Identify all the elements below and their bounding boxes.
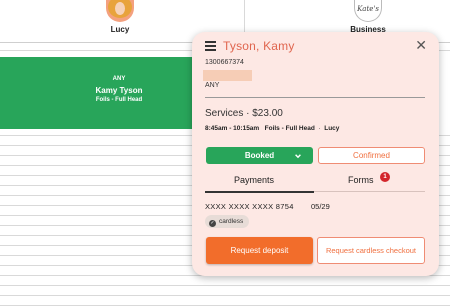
service-time: 8:45am - 10:15am (205, 125, 260, 132)
staff-column-lucy[interactable]: Lucy (90, 0, 150, 34)
chevron-down-icon (294, 147, 302, 164)
tab-forms[interactable]: Forms (348, 175, 374, 185)
active-tab-indicator (205, 191, 314, 193)
client-phone: 1300667374 (205, 59, 244, 66)
staff-name: Lucy (110, 25, 130, 34)
cardless-chip: ✓ cardless (205, 215, 250, 228)
appointment-location: ANY (205, 82, 220, 89)
card-expiry: 05/29 (311, 202, 330, 211)
tab-divider (314, 191, 425, 192)
service-name: Foils - Full Head (264, 125, 315, 132)
tab-payments[interactable]: Payments (234, 175, 274, 185)
request-deposit-button[interactable]: Request deposit (206, 237, 313, 264)
business-logo: Kate's (354, 0, 382, 22)
menu-icon[interactable] (205, 41, 216, 51)
avatar (106, 0, 134, 22)
services-detail: 8:45am - 10:15am Foils - Full Head · Luc… (205, 125, 340, 132)
chip-label: cardless (219, 218, 244, 225)
forms-count-badge: 1 (380, 172, 390, 182)
status-select-value: Booked (244, 151, 275, 160)
service-staff: Lucy (324, 125, 340, 132)
check-circle-icon: ✓ (209, 220, 216, 227)
divider (205, 97, 425, 98)
client-name-title: Tyson, Kamy (223, 39, 295, 53)
staff-column-business[interactable]: Kate's Business (338, 0, 398, 34)
close-icon[interactable]: ✕ (415, 37, 427, 53)
appointment-details-panel: Tyson, Kamy ✕ 1300667374 ANY Services · … (192, 32, 439, 276)
confirm-button[interactable]: Confirmed (318, 147, 425, 164)
card-number: XXXX XXXX XXXX 8754 (205, 202, 294, 211)
services-heading: Services · $23.00 (205, 108, 283, 119)
request-cardless-checkout-button[interactable]: Request cardless checkout (317, 237, 425, 264)
redacted-field (203, 70, 252, 81)
status-select[interactable]: Booked (206, 147, 313, 164)
